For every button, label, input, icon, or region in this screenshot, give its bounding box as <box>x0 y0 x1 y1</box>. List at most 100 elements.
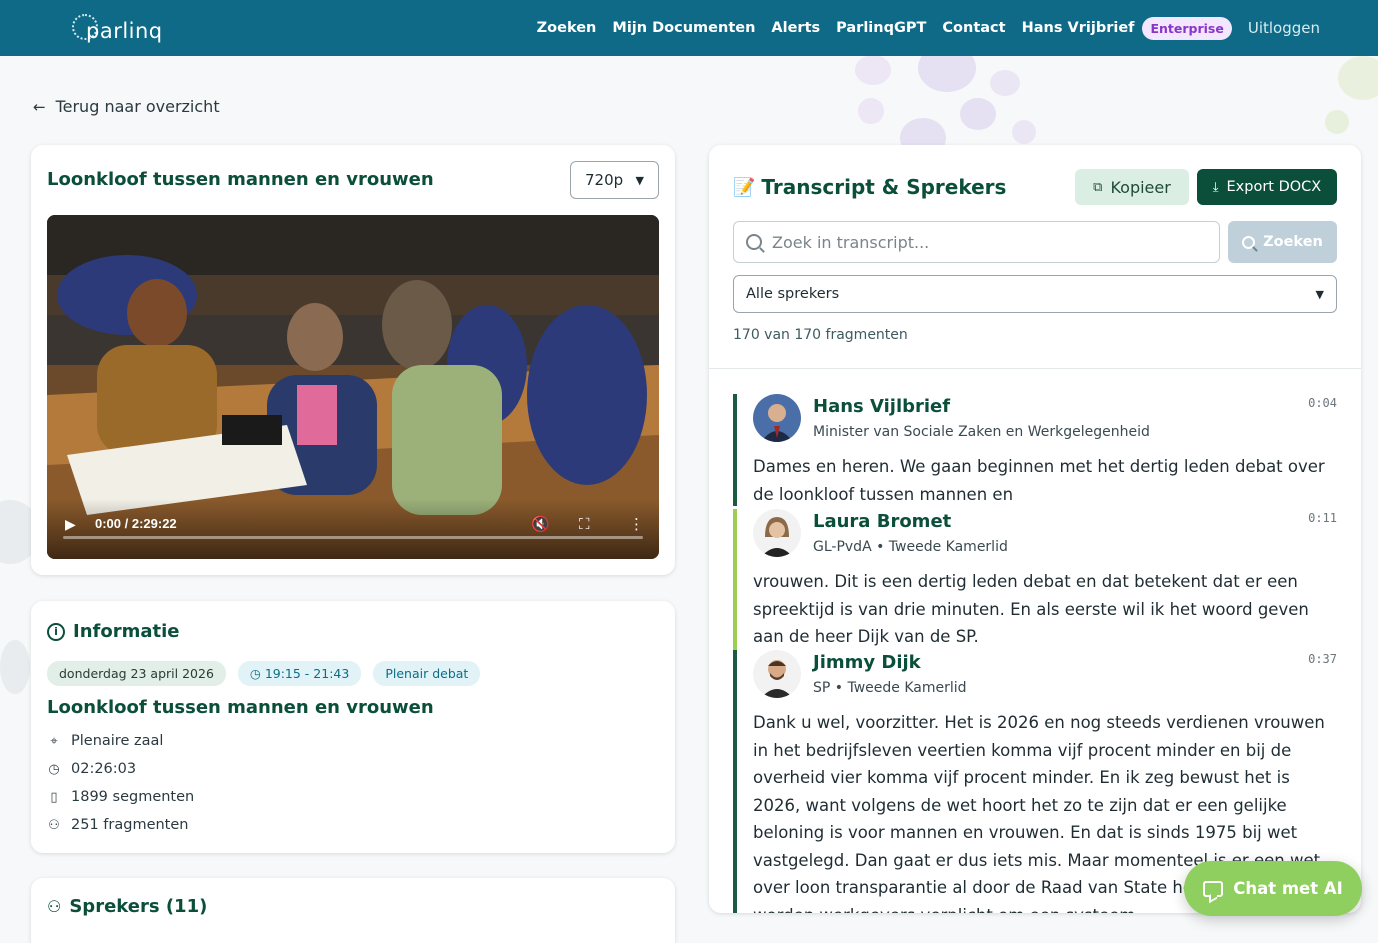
decor-bubble <box>1338 56 1378 100</box>
parlinq-logo[interactable]: parlinq <box>72 11 163 43</box>
play-icon[interactable]: ▶ <box>65 517 76 533</box>
top-navbar: parlinq Zoeken Mijn Documenten Alerts Pa… <box>0 0 1378 56</box>
speaker-color-bar <box>733 650 737 913</box>
speakers-heading-text: Sprekers (11) <box>69 896 208 917</box>
nav-alerts[interactable]: Alerts <box>771 20 820 36</box>
arrow-left-icon: ← <box>33 97 46 116</box>
info-icon: i <box>47 622 65 641</box>
decor-bubble <box>990 70 1020 96</box>
avatar <box>753 509 801 557</box>
meta-fragments: ⚇ 251 fragmenten <box>47 817 188 833</box>
info-title: Loonkloof tussen mannen en vrouwen <box>47 697 434 718</box>
time-range-pill: ◷ 19:15 - 21:43 <box>237 661 362 686</box>
nav-contact[interactable]: Contact <box>942 20 1005 36</box>
nav-mijn-documenten[interactable]: Mijn Documenten <box>612 20 755 36</box>
chat-with-ai-button[interactable]: Chat met AI <box>1184 861 1362 916</box>
speaker-role: GL-PvdA • Tweede Kamerlid <box>813 539 1008 555</box>
video-card: Loonkloof tussen mannen en vrouwen 720p … <box>31 145 675 575</box>
debate-type-pill: Plenair debat <box>373 661 481 686</box>
nav-links: Zoeken Mijn Documenten Alerts ParlinqGPT… <box>537 0 1320 56</box>
transcript-entry[interactable]: Hans Vijlbrief Minister van Sociale Zake… <box>733 394 1337 506</box>
nav-parlinqgpt[interactable]: ParlinqGPT <box>836 20 926 36</box>
date-pill: donderdag 23 april 2026 <box>47 661 226 686</box>
quality-select[interactable]: 720p ▼ <box>570 161 659 199</box>
export-docx-button[interactable]: ⤓ Export DOCX <box>1197 169 1337 205</box>
speakers-heading[interactable]: ⚇ Sprekers (11) <box>47 896 207 917</box>
video-progress-bar[interactable] <box>63 536 643 539</box>
mute-icon[interactable]: 🔇 <box>531 515 550 533</box>
more-options-icon[interactable]: ⋮ <box>629 515 644 533</box>
speaker-color-bar <box>733 394 737 506</box>
avatar <box>753 394 801 442</box>
avatar <box>753 650 801 698</box>
transcript-title: 📝 Transcript & Sprekers <box>733 175 1006 199</box>
speakers-card: ⚇ Sprekers (11) <box>31 878 675 943</box>
meta-segments-text: 1899 segmenten <box>71 789 195 805</box>
time-range-text: 19:15 - 21:43 <box>264 666 350 681</box>
copy-label: Kopieer <box>1110 177 1171 197</box>
users-icon: ⚇ <box>47 897 62 916</box>
decor-bubble <box>1012 120 1036 144</box>
meta-fragments-text: 251 fragmenten <box>71 817 189 833</box>
back-label: Terug naar overzicht <box>55 97 220 116</box>
divider <box>709 368 1361 369</box>
avatar-laura-image <box>753 509 801 557</box>
decor-bubble <box>0 640 30 694</box>
timestamp[interactable]: 0:04 <box>1308 396 1337 410</box>
decor-bubble <box>855 55 891 85</box>
search-button[interactable]: Zoeken <box>1228 221 1337 263</box>
timestamp[interactable]: 0:11 <box>1308 511 1337 525</box>
speaker-role: Minister van Sociale Zaken en Werkgelege… <box>813 424 1150 440</box>
decor-bubble <box>858 98 884 124</box>
video-controls: ▶ 0:00 / 2:29:22 🔇 ⛶ ⋮ <box>47 499 659 559</box>
speaker-role: SP • Tweede Kamerlid <box>813 680 967 696</box>
nav-user-name[interactable]: Hans Vrijbrief <box>1022 20 1135 36</box>
fullscreen-icon[interactable]: ⛶ <box>579 515 590 533</box>
quality-value: 720p <box>585 171 624 189</box>
logo-text: parlinq <box>86 19 163 43</box>
fragment-count: 170 van 170 fragmenten <box>733 327 908 343</box>
information-card: i Informatie donderdag 23 april 2026 ◷ 1… <box>31 601 675 853</box>
transcript-title-text: Transcript & Sprekers <box>761 175 1007 199</box>
clock-icon: ◷ <box>48 761 60 777</box>
video-time: 0:00 / 2:29:22 <box>95 516 177 531</box>
decor-bubble <box>1325 110 1349 134</box>
decor-bubble <box>960 98 996 130</box>
avatar-jimmy-image <box>753 650 801 698</box>
information-heading-text: Informatie <box>73 621 180 642</box>
transcript-entry[interactable]: Laura Bromet GL-PvdA • Tweede Kamerlid 0… <box>733 509 1337 650</box>
copy-icon: ⧉ <box>1093 179 1103 195</box>
enterprise-badge: Enterprise <box>1142 16 1232 40</box>
meta-location: ⌖ Plenaire zaal <box>47 733 163 749</box>
meta-location-text: Plenaire zaal <box>71 733 164 749</box>
speaker-filter-select[interactable]: Alle sprekers ▼ <box>733 275 1337 313</box>
transcript-text: vrouwen. Dit is een dertig leden debat e… <box>753 572 1309 646</box>
speaker-filter-value: Alle sprekers <box>746 286 840 302</box>
speaker-name: Jimmy Dijk <box>813 652 921 673</box>
video-title: Loonkloof tussen mannen en vrouwen <box>47 169 434 190</box>
back-to-overview-link[interactable]: ← Terug naar overzicht <box>33 97 220 116</box>
export-label: Export DOCX <box>1226 179 1322 195</box>
chat-bubbles-icon <box>1203 880 1224 897</box>
timestamp[interactable]: 0:37 <box>1308 652 1337 666</box>
users-icon: ⚇ <box>48 817 60 833</box>
search-icon <box>746 234 762 250</box>
meta-segments: ▯ 1899 segmenten <box>47 789 194 805</box>
location-pin-icon: ⌖ <box>50 733 58 749</box>
document-icon: ▯ <box>50 789 58 805</box>
copy-button[interactable]: ⧉ Kopieer <box>1075 169 1189 205</box>
chat-label: Chat met AI <box>1233 879 1343 898</box>
logout-link[interactable]: Uitloggen <box>1248 19 1320 37</box>
memo-icon: 📝 <box>733 176 756 198</box>
info-pills: donderdag 23 april 2026 ◷ 19:15 - 21:43 … <box>47 661 481 686</box>
search-icon <box>1242 235 1256 249</box>
nav-zoeken[interactable]: Zoeken <box>537 20 597 36</box>
chevron-down-icon: ▼ <box>635 173 644 187</box>
chevron-down-icon: ▼ <box>1315 287 1324 301</box>
video-player[interactable]: ▶ 0:00 / 2:29:22 🔇 ⛶ ⋮ <box>47 215 659 559</box>
transcript-search-input[interactable] <box>772 232 1192 252</box>
transcript-text: Dames en heren. We gaan beginnen met het… <box>753 457 1325 504</box>
clock-icon: ◷ <box>249 666 261 681</box>
meta-duration-text: 02:26:03 <box>71 761 137 777</box>
speaker-color-bar <box>733 509 737 650</box>
